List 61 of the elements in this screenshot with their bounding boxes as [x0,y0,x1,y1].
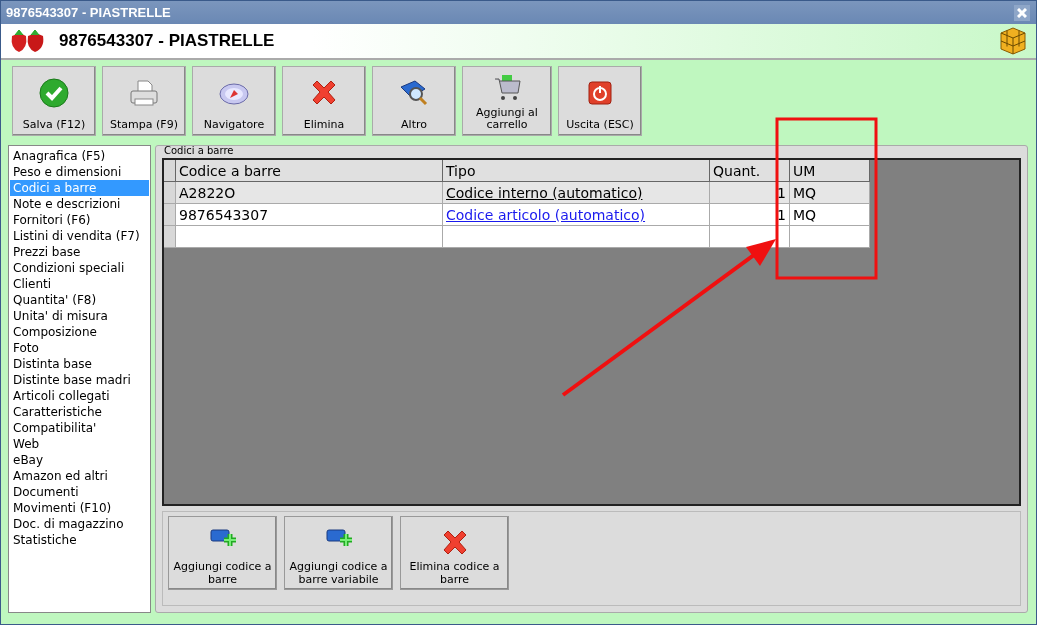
toolbar-button[interactable]: Aggiungi al carrello [462,66,552,136]
toolbar-button[interactable]: Salva (F12) [12,66,96,136]
table-cell: 9876543307 [179,207,269,223]
row-indicator [164,160,176,182]
toolbar-button[interactable]: Navigatore [192,66,276,136]
close-button[interactable] [1014,4,1030,21]
table-cell: MQ [793,185,817,201]
section-item[interactable]: Condizioni speciali [10,260,149,276]
table-row[interactable]: A2822O Codice interno (automatico) 1 MQ [164,182,870,204]
checkmark-icon [38,77,70,109]
type-link[interactable]: Codice articolo (automatico) [446,207,646,223]
section-item[interactable]: Peso e dimensioni [10,164,149,180]
toolbar-button[interactable]: Altro [372,66,456,136]
column-header[interactable]: Quant. [710,160,790,182]
section-item[interactable]: Statistiche [10,532,149,548]
section-item[interactable]: Unita' di misura [10,308,149,324]
section-item[interactable]: Listini di vendita (F7) [10,228,149,244]
section-item[interactable]: Distinta base [10,356,149,372]
action-button[interactable]: Aggiungi codice a barre variabile [284,516,393,590]
section-item[interactable]: Amazon ed altri [10,468,149,484]
printer-icon [128,77,160,109]
section-item[interactable]: Prezzi base [10,244,149,260]
section-item[interactable]: Note e descrizioni [10,196,149,212]
section-item[interactable]: Articoli collegati [10,388,149,404]
table-row[interactable]: 9876543307 Codice articolo (automatico) 1 MQ [164,204,870,226]
section-item[interactable]: Foto [10,340,149,356]
section-item[interactable]: Composizione [10,324,149,340]
row-indicator[interactable] [164,204,176,226]
new-row[interactable] [164,226,870,248]
column-header[interactable]: Codice a barre [176,160,443,182]
action-button[interactable]: Aggiungi codice a barre [168,516,277,590]
column-header[interactable]: UM [790,160,870,182]
section-item[interactable]: Distinte base madri [10,372,149,388]
section-item[interactable]: Web [10,436,149,452]
action-button[interactable]: Elimina codice a barre [400,516,509,590]
add-card-icon [208,527,237,549]
table-cell: 1 [777,207,786,223]
cube-icon [998,26,1028,56]
column-header[interactable]: Tipo [443,160,710,182]
window-title: 9876543307 - PIASTRELLE [6,5,171,20]
toolbar-button[interactable]: Stampa (F9) [102,66,186,136]
section-item[interactable]: Doc. di magazzino [10,516,149,532]
section-item[interactable]: eBay [10,452,149,468]
section-item[interactable]: Documenti [10,484,149,500]
table-cell: MQ [793,207,817,223]
section-item[interactable]: Fornitori (F6) [10,212,149,228]
section-item[interactable]: Caratteristiche [10,404,149,420]
table-cell: 1 [777,185,786,201]
section-item[interactable]: Compatibilita' [10,420,149,436]
toolbar-button[interactable]: Elimina [282,66,366,136]
section-item[interactable]: Movimenti (F10) [10,500,149,516]
toolbar-button[interactable]: Uscita (ESC) [558,66,642,136]
section-item[interactable]: Quantita' (F8) [10,292,149,308]
section-item[interactable]: Anagrafica (F5) [10,148,149,164]
row-indicator[interactable] [164,182,176,204]
record-title: 9876543307 - PIASTRELLE [59,31,276,51]
group-title: Codici a barre [163,145,235,156]
row-indicator[interactable] [164,226,176,248]
table-cell: A2822O [179,185,236,201]
add-card-icon [324,527,353,549]
section-item[interactable]: Clienti [10,276,149,292]
